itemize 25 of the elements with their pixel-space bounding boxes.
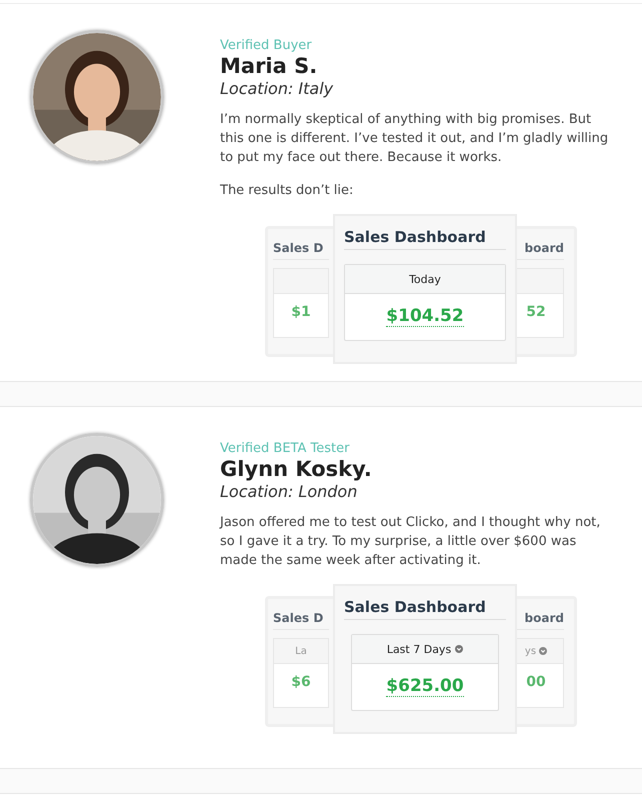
period-label: Last 7 Days [386, 642, 452, 656]
sales-amount: $625.00 [386, 676, 464, 697]
reviewer-name: Glynn Kosky. [220, 456, 373, 482]
dashboard-title: Sales D [273, 241, 329, 260]
dropdown-icon [539, 647, 548, 655]
dashboard-title: Sales D [273, 611, 329, 630]
verified-label: Verified BETA Tester [220, 441, 350, 456]
verified-label: Verified Buyer [220, 38, 313, 53]
sales-amount: $104.52 [386, 306, 464, 327]
testimonial-text: Jason offered me to test out Clicko, and I thought why not, so I gave it a try. To my surprise, a little over $600 was made the same week after activating it. [220, 514, 602, 570]
sales-amount: 52 [525, 303, 547, 320]
sales-amount: $1 [290, 303, 312, 320]
dashboard-title: Sales Dashboard [344, 598, 506, 620]
testimonial-text: I’m normally skeptical of anything with big promises. But this one is different. I’ve tested it out, and I’m gladly willing to put my face out there. Because it works. [220, 111, 610, 167]
reviewer-name: Maria S. [220, 53, 318, 79]
sales-amount: 00 [525, 673, 547, 690]
period-label: La [295, 646, 307, 656]
reviewer-location: Location: London [220, 482, 358, 501]
reviewer-location: Location: Italy [220, 79, 334, 98]
dashboard-title: Sales Dashboard [344, 228, 506, 250]
testimonial-text: The results don’t lie: [220, 182, 354, 200]
period-label: ys [524, 646, 536, 656]
sales-amount: $6 [290, 673, 312, 690]
period-label: Today [409, 272, 441, 286]
dropdown-icon[interactable] [455, 645, 464, 653]
